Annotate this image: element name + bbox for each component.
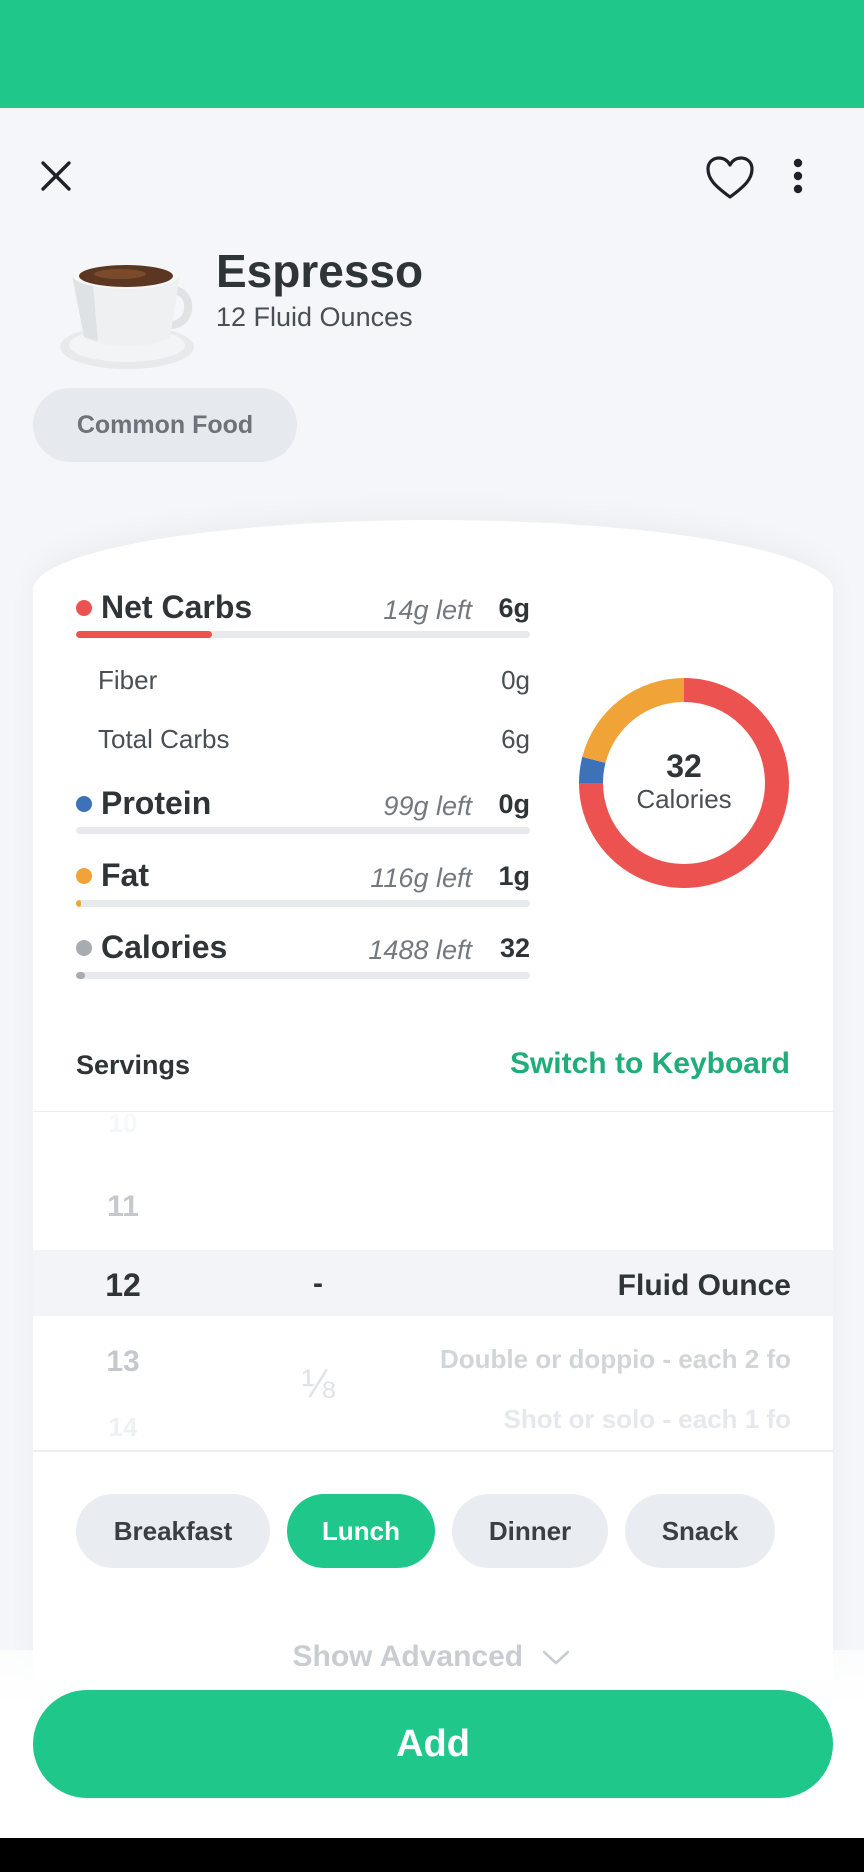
picker-number[interactable]: 14: [73, 1412, 173, 1443]
more-vertical-icon: [793, 158, 803, 194]
macro-remaining: 14g left: [383, 595, 472, 625]
favorite-button[interactable]: [700, 148, 760, 208]
food-source-chip[interactable]: Common Food: [33, 388, 297, 462]
protein-progress-bar: [76, 827, 530, 834]
show-advanced-toggle[interactable]: Show Advanced: [0, 1640, 864, 1674]
macro-label: Net Carbs: [101, 589, 253, 625]
food-image-coffee-cup: [60, 261, 194, 369]
macro-value: 6g: [498, 593, 530, 623]
heart-icon: [706, 156, 754, 199]
calories-progress-bar: [76, 972, 530, 979]
macro-value: 1g: [498, 861, 530, 891]
net-carbs-progress-bar: [76, 631, 530, 638]
picker-number[interactable]: 11: [73, 1190, 173, 1224]
macro-remaining: 116g left: [370, 863, 472, 893]
picker-fraction[interactable]: ⅛: [283, 1362, 353, 1407]
picker-number[interactable]: 13: [73, 1345, 173, 1379]
macro-value: 0g: [498, 789, 530, 819]
fat-progress-bar: [76, 900, 530, 907]
macro-value: 6g: [501, 724, 530, 754]
net-carbs-dot: [76, 600, 92, 616]
macro-row-net-carbs: Net Carbs 14g left 6g: [76, 583, 530, 635]
navigation-bar: [0, 1838, 864, 1872]
macro-row-protein: Protein 99g left 0g: [76, 779, 530, 831]
picker-number-selected[interactable]: 12: [73, 1267, 173, 1304]
show-advanced-label: Show Advanced: [292, 1640, 524, 1673]
macro-label: Fiber: [98, 665, 158, 695]
macro-remaining: 1488 left: [368, 935, 472, 965]
picker-unit-selected[interactable]: Fluid Ounce: [618, 1269, 791, 1303]
macro-label: Total Carbs: [98, 724, 230, 754]
divider: [33, 1450, 833, 1452]
more-options-button[interactable]: [780, 148, 816, 204]
add-button[interactable]: Add: [33, 1690, 833, 1798]
macro-row-total-carbs: Total Carbs 6g: [98, 718, 530, 758]
switch-to-keyboard-link[interactable]: Switch to Keyboard: [510, 1047, 790, 1081]
macro-remaining: 99g left: [383, 791, 472, 821]
fat-progress-fill: [76, 900, 81, 907]
meal-chip-breakfast[interactable]: Breakfast: [76, 1494, 270, 1568]
picker-fraction-selected[interactable]: -: [283, 1267, 353, 1301]
serving-description: 12 Fluid Ounces: [216, 302, 413, 332]
donut-calories-label: Calories: [636, 784, 732, 814]
servings-label: Servings: [76, 1050, 191, 1080]
donut-calories-number: 32: [666, 748, 702, 784]
macro-value: 32: [499, 933, 530, 963]
macro-row-fat: Fat 116g left 1g: [76, 851, 530, 903]
close-button[interactable]: [28, 148, 84, 204]
meal-selector: Breakfast Lunch Dinner Snack: [76, 1494, 775, 1568]
meal-chip-dinner[interactable]: Dinner: [452, 1494, 608, 1568]
picker-unit[interactable]: Double or doppio - each 2 fo: [440, 1344, 791, 1375]
calories-dot: [76, 940, 92, 956]
macro-label: Calories: [101, 929, 228, 965]
macro-row-calories: Calories 1488 left 32: [76, 923, 530, 975]
meal-chip-snack[interactable]: Snack: [625, 1494, 775, 1568]
macro-label: Fat: [101, 857, 149, 893]
fat-dot: [76, 868, 92, 884]
net-carbs-progress-fill: [76, 631, 213, 638]
macro-row-fiber: Fiber 0g: [98, 659, 530, 699]
close-icon: [41, 161, 71, 191]
protein-dot: [76, 796, 92, 812]
picker-unit[interactable]: Shot or solo - each 1 fo: [504, 1404, 791, 1435]
food-title: Espresso: [216, 245, 424, 297]
meal-chip-lunch[interactable]: Lunch: [287, 1494, 435, 1568]
macro-label: Protein: [101, 785, 212, 821]
status-bar: [0, 0, 864, 108]
chevron-down-icon: [543, 1650, 570, 1665]
macro-value: 0g: [501, 665, 530, 695]
serving-picker[interactable]: 10 11 12 13 14 - ⅛ Fluid Ounce Double or…: [33, 1112, 833, 1450]
picker-top-fade: [33, 1112, 833, 1172]
calories-progress-fill: [76, 972, 86, 979]
